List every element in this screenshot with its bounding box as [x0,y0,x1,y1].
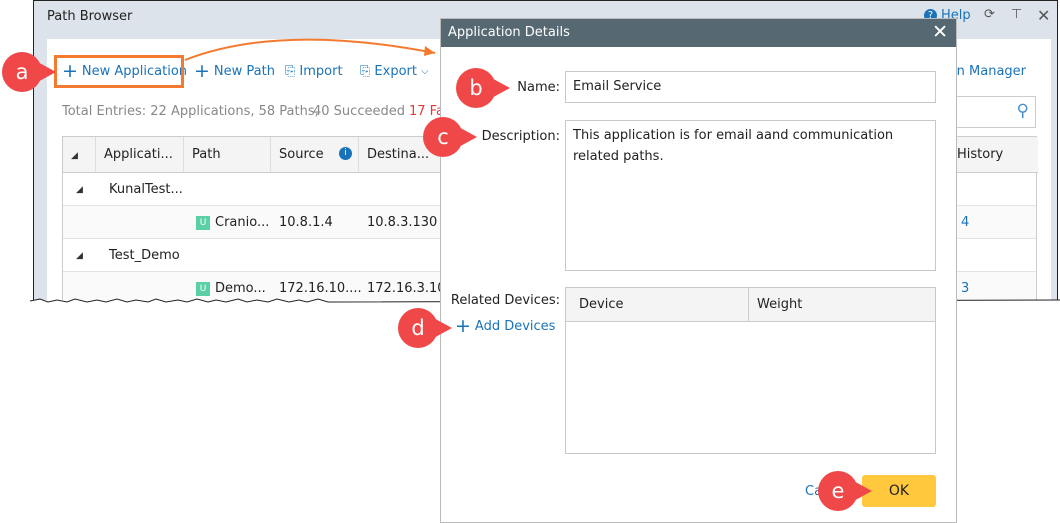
unicast-icon: U [196,281,210,296]
col-device[interactable]: Device [566,288,749,322]
callout-a: a [2,52,56,92]
callout-c: c [423,117,477,157]
description-input[interactable]: This application is for email aand commu… [565,120,936,271]
pin-icon[interactable]: ⊤ [1011,7,1022,22]
total-entries: Total Entries: 22 Applications, 58 Paths… [62,104,319,119]
expand-all-toggle[interactable]: ◢ [63,137,96,173]
plus-icon: + [455,315,471,337]
highlight-box [54,55,184,88]
add-devices-button[interactable]: + Add Devices [455,315,555,337]
window-title: Path Browser [47,9,133,24]
collapse-icon[interactable]: ◢ [76,251,83,261]
dialog-close-icon[interactable]: ✕ [932,21,948,43]
name-input[interactable]: Email Service [565,71,936,103]
callout-b: b [456,68,510,108]
collapse-icon[interactable]: ◢ [76,185,83,195]
related-devices-label: Related Devices: [450,293,560,308]
dialog-header: Application Details [441,19,956,47]
col-history[interactable]: History [957,147,1003,162]
devices-table: Device Weight [565,287,936,454]
search-icon: ⚲ [1016,101,1029,121]
col-weight[interactable]: Weight [749,288,810,322]
succeeded-count: 40 Succeeded [313,104,405,119]
info-icon: i [339,147,352,160]
ok-button[interactable]: OK [862,475,936,507]
refresh-icon[interactable]: ⟳ [984,7,995,22]
unicast-icon: U [196,215,210,230]
col-source[interactable]: Source i [271,137,359,173]
arrow-connector [184,38,436,61]
close-icon[interactable]: ✕ [1037,6,1050,25]
application-details-dialog: Application Details ✕ Name: Email Servic… [440,18,957,523]
col-path[interactable]: Path [184,137,271,173]
callout-e: e [818,471,872,511]
callout-d: d [398,308,452,348]
col-application[interactable]: Applicati... [96,137,184,173]
